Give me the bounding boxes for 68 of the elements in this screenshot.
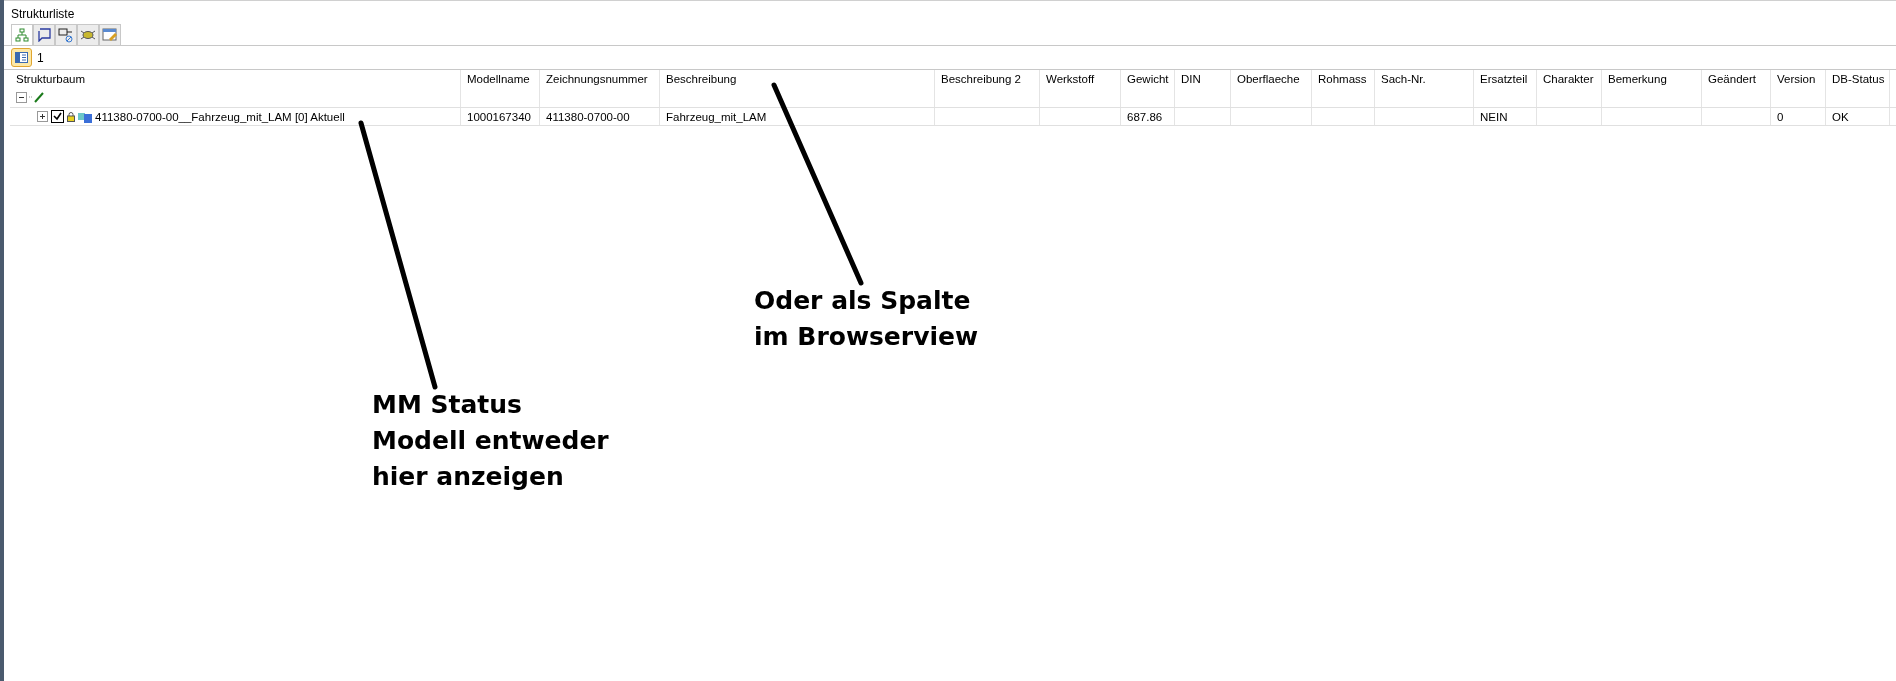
column-header-label: Beschreibung 2: [941, 73, 1022, 85]
view-number: 1: [37, 50, 44, 65]
toolbar-tab[interactable]: [33, 24, 55, 45]
panel-title: Strukturliste: [10, 6, 76, 23]
column-header-label: Oberflaeche: [1237, 73, 1301, 85]
column-header[interactable]: Charakter: [1537, 70, 1602, 107]
column-header[interactable]: Sach-Nr.: [1375, 70, 1474, 107]
column-header[interactable]: Beschreibung: [660, 70, 935, 107]
label-tag-icon: [58, 27, 74, 43]
column-header[interactable]: Ersatzteil: [1474, 70, 1537, 107]
column-header-label: Ersatzteil: [1480, 73, 1529, 85]
annotation-text: MM Status: [372, 389, 523, 421]
column-header-label: Beschreibung: [666, 73, 738, 85]
column-header-label: DB-Status: [1832, 73, 1883, 85]
frame-icon: [37, 28, 51, 42]
column-header[interactable]: Zeichnungsnummer: [540, 70, 660, 107]
annotation-text: Oder als Spalte: [754, 285, 972, 317]
table-cell: 1000167340: [461, 108, 540, 125]
column-header[interactable]: Modellname: [461, 70, 540, 107]
column-header[interactable]: Rohmass: [1312, 70, 1375, 107]
toolbar-tab[interactable]: [11, 24, 33, 45]
hierarchy-icon: [15, 28, 29, 42]
plus-icon: [39, 113, 46, 120]
column-header-label: Bemerkung: [1608, 73, 1668, 85]
table-cell: NEIN: [1474, 108, 1537, 125]
column-header-label: Werkstoff: [1046, 73, 1096, 85]
column-header-label: Gewicht: [1127, 73, 1168, 85]
column-header-label: Version: [1777, 73, 1817, 85]
view-button[interactable]: [11, 48, 32, 67]
cubes-icon: [78, 110, 92, 123]
expand-toggle[interactable]: [37, 111, 48, 122]
table-cell: 0: [1771, 108, 1826, 125]
column-header[interactable]: Oberflaeche: [1231, 70, 1312, 107]
annotation-text: hier anzeigen: [372, 461, 565, 493]
column-header-label: DIN: [1181, 73, 1202, 85]
column-header[interactable]: Gewicht: [1121, 70, 1175, 107]
tree-node-label: 411380-0700-00__Fahrzeug_mit_LAM [0] Aktuell: [95, 110, 345, 123]
column-header[interactable]: DIN: [1175, 70, 1231, 107]
table-edit-icon: [102, 28, 118, 42]
list-view-icon: [15, 52, 28, 63]
toolbar-tab[interactable]: [77, 24, 99, 45]
annotation-text: Modell entweder: [372, 425, 609, 457]
pencil-line-icon: [29, 91, 45, 103]
bug-icon: [80, 29, 96, 41]
table-cell: OK: [1826, 108, 1890, 125]
column-header-label: Charakter: [1543, 73, 1595, 85]
toolbar-tab[interactable]: [55, 24, 77, 45]
column-header[interactable]: DB-Status: [1826, 70, 1890, 107]
column-header-label: Sach-Nr.: [1381, 73, 1427, 85]
column-header[interactable]: Bemerkung: [1602, 70, 1702, 107]
column-header[interactable]: Geändert: [1702, 70, 1771, 107]
collapse-toggle[interactable]: [16, 91, 27, 103]
column-header-label: Strukturbaum: [16, 73, 87, 85]
column-header[interactable]: Strukturbaum: [10, 70, 461, 107]
tree-node[interactable]: 411380-0700-00__Fahrzeug_mit_LAM [0] Aktuell: [10, 108, 461, 125]
table-cell: 411380-0700-00: [540, 108, 660, 125]
column-header[interactable]: Beschreibung 2: [935, 70, 1040, 107]
table-cell: Fahrzeug_mit_LAM: [660, 108, 935, 125]
column-header-label: Zeichnungsnummer: [546, 73, 649, 85]
table-cell: 687.86: [1121, 108, 1175, 125]
column-header[interactable]: Werkstoff: [1040, 70, 1121, 107]
column-header-label: Modellname: [467, 73, 531, 85]
annotation-text: im Browserview: [754, 321, 979, 353]
column-header[interactable]: Version: [1771, 70, 1826, 107]
column-header-label: Geändert: [1708, 73, 1757, 85]
toolbar-tab[interactable]: [99, 24, 121, 45]
column-header-label: Rohmass: [1318, 73, 1368, 85]
checkbox[interactable]: [51, 110, 64, 123]
